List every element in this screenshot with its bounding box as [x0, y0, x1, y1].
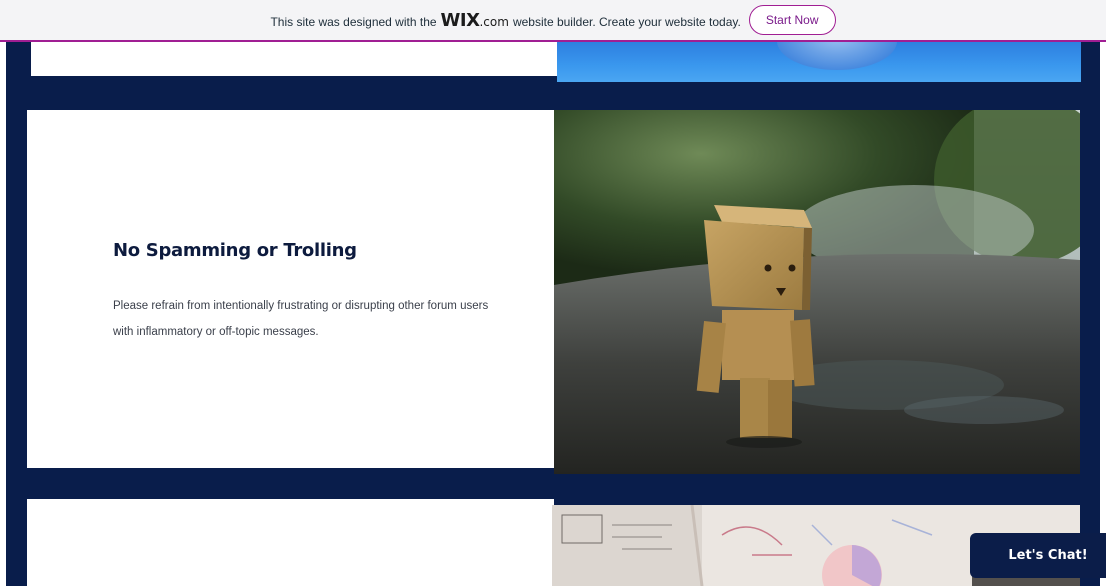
previous-card-image [557, 42, 1081, 82]
wix-logo: WIX.com [440, 9, 509, 31]
rule-title: No Spamming or Trolling [113, 240, 357, 261]
lets-chat-button[interactable]: Let's Chat! [970, 533, 1106, 578]
next-card-text-panel [27, 499, 554, 586]
previous-card-image-object [777, 42, 897, 70]
previous-card-text-panel [31, 42, 557, 76]
banner-text-before: This site was designed with the [270, 14, 437, 29]
rule-card-text-panel: No Spamming or Trolling Please refrain f… [27, 110, 554, 468]
rule-description: Please refrain from intentionally frustr… [113, 300, 489, 338]
wix-banner: This site was designed with the WIX.com … [0, 0, 1106, 42]
start-now-button[interactable]: Start Now [748, 5, 836, 35]
cardboard-robot-photo [554, 110, 1080, 474]
rule-card-image [554, 110, 1080, 474]
wix-banner-message: This site was designed with the WIX.com … [270, 10, 740, 31]
banner-text-after: website builder. Create your website tod… [512, 14, 741, 29]
